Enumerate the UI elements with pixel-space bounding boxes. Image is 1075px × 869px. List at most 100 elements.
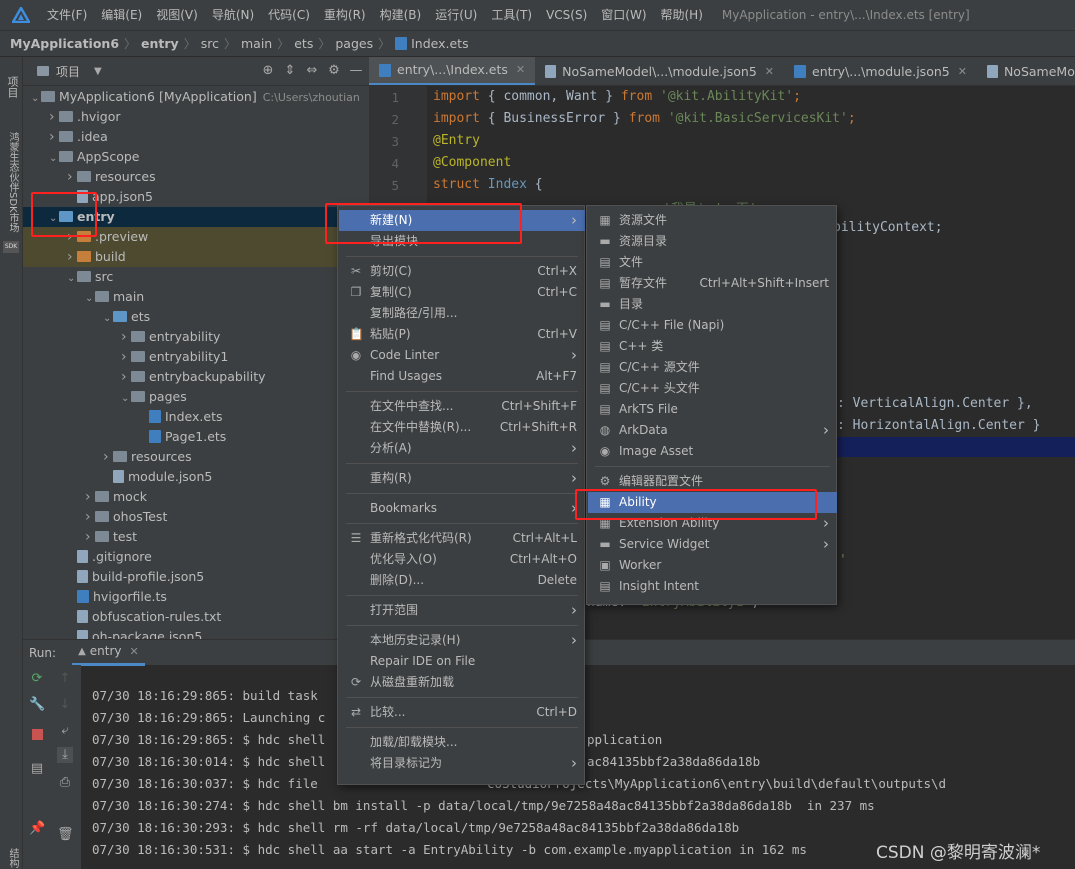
chevron-right-icon[interactable]: › (49, 107, 59, 127)
chevron-right-icon[interactable]: › (121, 347, 131, 367)
close-icon[interactable]: ✕ (765, 57, 774, 85)
menu-item[interactable]: ⟳ 从磁盘重新加载 (339, 672, 585, 693)
chevron-down-icon[interactable]: ⌄ (31, 89, 41, 109)
menu-item[interactable]: ▤ C/C++ File (Napi) (588, 315, 837, 336)
editor-tab[interactable]: entry\...\Index.ets ✕ (369, 57, 536, 85)
tree-item[interactable]: › entryability1 (23, 347, 369, 367)
menu-item[interactable]: ▤ C++ 类 (588, 336, 837, 357)
chevron-down-icon[interactable]: ⌄ (103, 309, 113, 329)
menu-item[interactable]: Bookmarks › (339, 498, 585, 519)
tree-item[interactable]: ⌄ MyApplication6 [MyApplication] C:\Users\… (23, 87, 369, 107)
sdk-icon[interactable]: SDK (3, 241, 19, 253)
menu-item[interactable]: ▦ 资源文件 (588, 210, 837, 231)
gear-icon[interactable]: ⚙ (327, 64, 341, 78)
menu-item[interactable]: 构建(B) (373, 0, 429, 30)
editor-tab[interactable]: entry\...\module.json5 ✕ (784, 57, 977, 85)
breadcrumb-item[interactable]: entry (141, 36, 179, 51)
tree-item[interactable]: › entryability (23, 327, 369, 347)
tree-item[interactable]: module.json5 (23, 467, 369, 487)
chevron-right-icon[interactable]: › (121, 367, 131, 387)
menu-item[interactable]: 优化导入(O) Ctrl+Alt+O (339, 549, 585, 570)
menu-item[interactable]: 帮助(H) (654, 0, 710, 30)
menu-item[interactable]: ❐ 复制(C) Ctrl+C (339, 282, 585, 303)
code-line[interactable]: import { common, Want } from '@kit.Abili… (433, 89, 801, 104)
code-line[interactable]: @Component (433, 155, 511, 170)
menu-item[interactable]: 视图(V) (149, 0, 205, 30)
menu-item[interactable]: 删除(D)... Delete (339, 570, 585, 591)
tree-item[interactable]: hvigorfile.ts (23, 587, 369, 607)
menu-item[interactable]: ▤ ArkTS File (588, 399, 837, 420)
menu-item[interactable]: 打开范围 › (339, 600, 585, 621)
chevron-right-icon[interactable]: › (121, 327, 131, 347)
run-tab-entry[interactable]: ▲ entry ✕ (72, 640, 145, 666)
menu-item[interactable]: Repair IDE on File (339, 651, 585, 672)
tree-item[interactable]: ⌄ src (23, 267, 369, 287)
tree-item[interactable]: oh-package.json5 (23, 627, 369, 639)
menu-item[interactable]: 窗口(W) (594, 0, 653, 30)
menu-item[interactable]: 代码(C) (261, 0, 317, 30)
menu-item[interactable]: 📋 粘贴(P) Ctrl+V (339, 324, 585, 345)
menu-item[interactable]: ▣ Worker (588, 555, 837, 576)
close-icon[interactable]: ✕ (130, 645, 139, 658)
tree-item[interactable]: ⌄ main (23, 287, 369, 307)
menu-item[interactable]: 工具(T) (484, 0, 539, 30)
menu-item[interactable]: 编辑(E) (94, 0, 149, 30)
breadcrumb-item[interactable]: pages (335, 36, 373, 51)
tree-item[interactable]: ⌄ AppScope (23, 147, 369, 167)
tool-tab-project[interactable]: 项目 (2, 65, 20, 109)
chevron-right-icon[interactable]: › (67, 167, 77, 187)
menu-item[interactable]: ◉ Code Linter › (339, 345, 585, 366)
chevron-down-icon[interactable]: ⌄ (121, 389, 131, 409)
chevron-down-icon[interactable]: ⌄ (49, 149, 59, 169)
menu-item[interactable]: 在文件中查找... Ctrl+Shift+F (339, 396, 585, 417)
menu-item[interactable]: 将目录标记为 › (339, 753, 585, 774)
menu-item[interactable]: 复制路径/引用... (339, 303, 585, 324)
menu-item[interactable]: ✂ 剪切(C) Ctrl+X (339, 261, 585, 282)
tree-item[interactable]: › .idea (23, 127, 369, 147)
menu-item[interactable]: 文件(F) (40, 0, 94, 30)
code-line[interactable]: @Entry (433, 133, 480, 148)
tree-item[interactable]: ⌄ ets (23, 307, 369, 327)
menu-item[interactable]: ▬ 目录 (588, 294, 837, 315)
tree-item[interactable]: › mock (23, 487, 369, 507)
menu-item[interactable]: 本地历史记录(H) › (339, 630, 585, 651)
menu-item[interactable]: ▬ 资源目录 (588, 231, 837, 252)
menu-item[interactable]: VCS(S) (539, 0, 594, 30)
chevron-right-icon[interactable]: › (49, 127, 59, 147)
expand-all-icon[interactable]: ⇕ (283, 64, 297, 78)
menu-item[interactable]: 在文件中替换(R)... Ctrl+Shift+R (339, 417, 585, 438)
menu-item[interactable]: ▤ 文件 (588, 252, 837, 273)
menu-item[interactable]: 加载/卸载模块... (339, 732, 585, 753)
tool-tab-structure[interactable]: 结构 (2, 847, 20, 869)
editor-tab[interactable]: NoSameModel\...\module.json5 ✕ (535, 57, 784, 85)
collapse-all-icon[interactable]: ⇔ (305, 64, 319, 78)
menu-item[interactable]: ▬ Service Widget › (588, 534, 837, 555)
menu-item[interactable]: 重构(R) › (339, 468, 585, 489)
chevron-down-icon[interactable]: ⌄ (67, 269, 77, 289)
code-line[interactable]: struct Index { (433, 177, 543, 192)
menu-item[interactable]: ▤ 暂存文件 Ctrl+Alt+Shift+Insert (588, 273, 837, 294)
menu-item[interactable]: ◉ Image Asset (588, 441, 837, 462)
tree-item[interactable]: › entrybackupability (23, 367, 369, 387)
chevron-right-icon[interactable]: › (85, 487, 95, 507)
menu-item[interactable]: ▤ C/C++ 头文件 (588, 378, 837, 399)
tree-item[interactable]: › build (23, 247, 369, 267)
menu-item[interactable]: 分析(A) › (339, 438, 585, 459)
close-icon[interactable]: ✕ (958, 57, 967, 85)
menu-item[interactable]: ▤ C/C++ 源文件 (588, 357, 837, 378)
tree-item[interactable]: › resources (23, 167, 369, 187)
menu-item[interactable]: ◍ ArkData › (588, 420, 837, 441)
menu-item[interactable]: 导航(N) (205, 0, 261, 30)
tree-item[interactable]: Page1.ets (23, 427, 369, 447)
chevron-down-icon[interactable]: ⌄ (85, 289, 95, 309)
breadcrumb-item[interactable]: src (201, 36, 219, 51)
locate-icon[interactable]: ⊕ (261, 64, 275, 78)
editor-tab[interactable]: NoSameModelAbil (977, 57, 1075, 85)
tree-item[interactable]: Index.ets (23, 407, 369, 427)
breadcrumb-item[interactable]: main (241, 36, 272, 51)
chevron-right-icon[interactable]: › (67, 247, 77, 267)
menu-item[interactable]: 运行(U) (428, 0, 484, 30)
menu-item[interactable]: Find Usages Alt+F7 (339, 366, 585, 387)
menu-item[interactable]: ⇄ 比较... Ctrl+D (339, 702, 585, 723)
code-line[interactable]: import { BusinessError } from '@kit.Basi… (433, 111, 856, 126)
